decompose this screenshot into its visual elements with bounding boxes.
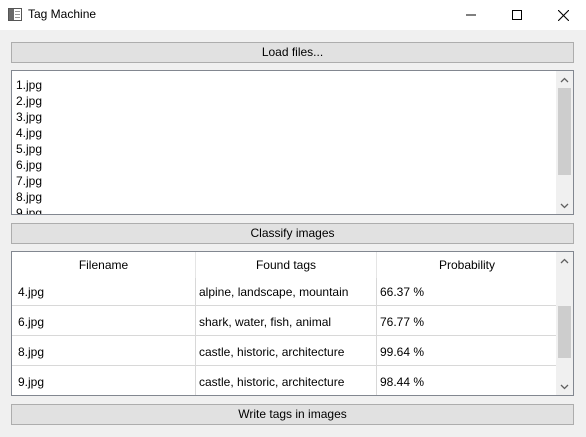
cell-probability: 98.44 % (380, 375, 425, 389)
minimize-icon (466, 14, 476, 16)
file-list-item[interactable]: 4.jpg (16, 125, 42, 141)
row-divider (12, 395, 557, 396)
maximize-icon (512, 10, 522, 20)
chevron-down-icon (560, 384, 569, 389)
cell-found-tags: shark, water, fish, animal (199, 315, 332, 329)
row-divider (12, 335, 557, 336)
cell-found-tags: alpine, landscape, mountain (199, 285, 349, 299)
maximize-button[interactable] (494, 0, 540, 30)
cell-probability: 99.64 % (380, 345, 425, 359)
write-tags-button[interactable]: Write tags in images (11, 404, 574, 425)
file-list-item[interactable]: 5.jpg (16, 141, 42, 157)
results-table[interactable]: Filename Found tags Probability 4.jpg al… (11, 251, 574, 396)
cell-probability: 76.77 % (380, 315, 425, 329)
cell-filename: 9.jpg (18, 375, 45, 389)
classify-images-button[interactable]: Classify images (11, 223, 574, 244)
scroll-down-button[interactable] (556, 197, 573, 214)
load-files-button[interactable]: Load files... (11, 42, 574, 63)
column-divider (376, 278, 377, 395)
scroll-up-button[interactable] (556, 252, 573, 269)
chevron-down-icon (560, 203, 569, 208)
file-list-item[interactable]: 1.jpg (16, 77, 42, 93)
window-title: Tag Machine (28, 7, 97, 21)
results-table-scrollbar[interactable] (556, 252, 573, 395)
chevron-up-icon (560, 258, 569, 263)
file-list-item[interactable]: 9.jpg (16, 205, 42, 214)
file-list-item[interactable]: 6.jpg (16, 157, 42, 173)
column-divider (195, 278, 196, 395)
cell-filename: 6.jpg (18, 315, 45, 329)
file-list-scrollbar[interactable] (556, 71, 573, 214)
file-list[interactable]: 1.jpg 2.jpg 3.jpg 4.jpg 5.jpg 6.jpg 7.jp… (11, 70, 574, 215)
column-header-found-tags[interactable]: Found tags (196, 252, 376, 278)
chevron-up-icon (560, 77, 569, 82)
file-list-item[interactable]: 8.jpg (16, 189, 42, 205)
app-window-icon (8, 8, 22, 21)
file-list-item[interactable]: 7.jpg (16, 173, 42, 189)
cell-filename: 4.jpg (18, 285, 45, 299)
cell-probability: 66.37 % (380, 285, 425, 299)
cell-found-tags: castle, historic, architecture (199, 375, 345, 389)
file-list-item[interactable]: 2.jpg (16, 93, 42, 109)
close-icon (557, 9, 569, 21)
scroll-down-button[interactable] (556, 378, 573, 395)
close-button[interactable] (540, 0, 586, 30)
column-header-filename[interactable]: Filename (12, 252, 195, 278)
row-divider (12, 305, 557, 306)
scrollbar-thumb[interactable] (558, 88, 571, 175)
row-divider (12, 365, 557, 366)
file-list-item[interactable]: 3.jpg (16, 109, 42, 125)
scrollbar-thumb[interactable] (558, 306, 571, 358)
cell-found-tags: castle, historic, architecture (199, 345, 345, 359)
minimize-button[interactable] (448, 0, 494, 30)
cell-filename: 8.jpg (18, 345, 45, 359)
scroll-up-button[interactable] (556, 71, 573, 88)
title-bar: Tag Machine (0, 0, 586, 30)
column-header-probability[interactable]: Probability (377, 252, 557, 278)
